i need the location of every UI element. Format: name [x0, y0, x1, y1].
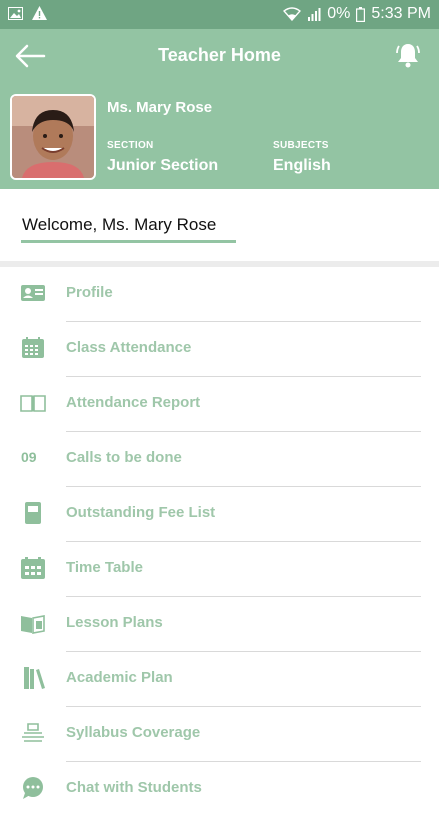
- menu-item-time-table[interactable]: Time Table: [0, 542, 439, 597]
- wifi-icon: [283, 7, 302, 21]
- menu-item-calls[interactable]: 09 Calls to be done: [0, 432, 439, 487]
- calls-count: 09: [21, 449, 37, 465]
- menu-item-label: Time Table: [66, 559, 143, 576]
- section-label: SECTION: [107, 140, 154, 151]
- menu-item-lesson-plans[interactable]: Lesson Plans: [0, 597, 439, 652]
- status-bar: 0% 5:33 PM: [0, 0, 439, 29]
- battery-icon: [356, 6, 366, 22]
- menu-item-label: Outstanding Fee List: [66, 504, 216, 521]
- notification-bell-icon[interactable]: [395, 41, 421, 69]
- menu-item-label: Class Attendance: [66, 339, 192, 356]
- teacher-name: Ms. Mary Rose: [107, 99, 213, 116]
- menu-item-label: Syllabus Coverage: [66, 724, 201, 741]
- clock: 5:33 PM: [371, 5, 431, 22]
- ledger-icon: [25, 502, 41, 524]
- section-value: Junior Section: [107, 157, 219, 174]
- books-icon: [24, 667, 45, 689]
- stack-icon: [22, 723, 44, 742]
- calendar-grid-icon: [22, 337, 44, 358]
- id-card-icon: [21, 285, 45, 301]
- teacher-header: Teacher Home Ms. Mary Rose SECTION Junio…: [0, 29, 439, 189]
- subjects-label: SUBJECTS: [273, 140, 329, 151]
- subjects-value: English: [273, 157, 331, 174]
- menu-item-outstanding-fee[interactable]: Outstanding Fee List: [0, 487, 439, 542]
- menu-item-label: Chat with Students: [66, 779, 202, 796]
- teacher-avatar: [10, 94, 96, 180]
- open-book-icon: [20, 395, 46, 412]
- warning-icon: [32, 6, 47, 20]
- welcome-text: Welcome, Ms. Mary Rose: [22, 215, 217, 234]
- menu-item-syllabus-coverage[interactable]: Syllabus Coverage: [0, 707, 439, 762]
- menu-item-label: Calls to be done: [66, 449, 182, 466]
- signal-icon: [308, 8, 321, 21]
- menu-item-academic-plan[interactable]: Academic Plan: [0, 652, 439, 707]
- menu-item-class-attendance[interactable]: Class Attendance: [0, 322, 439, 377]
- menu-item-label: Profile: [66, 284, 113, 301]
- chat-bubble-icon: [23, 777, 43, 799]
- menu-item-profile[interactable]: Profile: [0, 267, 439, 322]
- menu-item-attendance-report[interactable]: Attendance Report: [0, 377, 439, 432]
- menu-item-label: Academic Plan: [66, 669, 173, 686]
- lesson-book-icon: [21, 615, 45, 634]
- menu-item-label: Attendance Report: [66, 394, 201, 411]
- menu-item-label: Lesson Plans: [66, 614, 163, 631]
- teacher-menu: Profile Class Attendance Attendance Repo…: [0, 267, 439, 817]
- welcome-underline: [21, 240, 236, 243]
- page-title: Teacher Home: [158, 45, 281, 65]
- battery-percent: 0%: [327, 5, 351, 22]
- menu-item-chat-students[interactable]: Chat with Students: [0, 762, 439, 817]
- timetable-icon: [21, 557, 45, 579]
- image-notification-icon: [8, 6, 23, 20]
